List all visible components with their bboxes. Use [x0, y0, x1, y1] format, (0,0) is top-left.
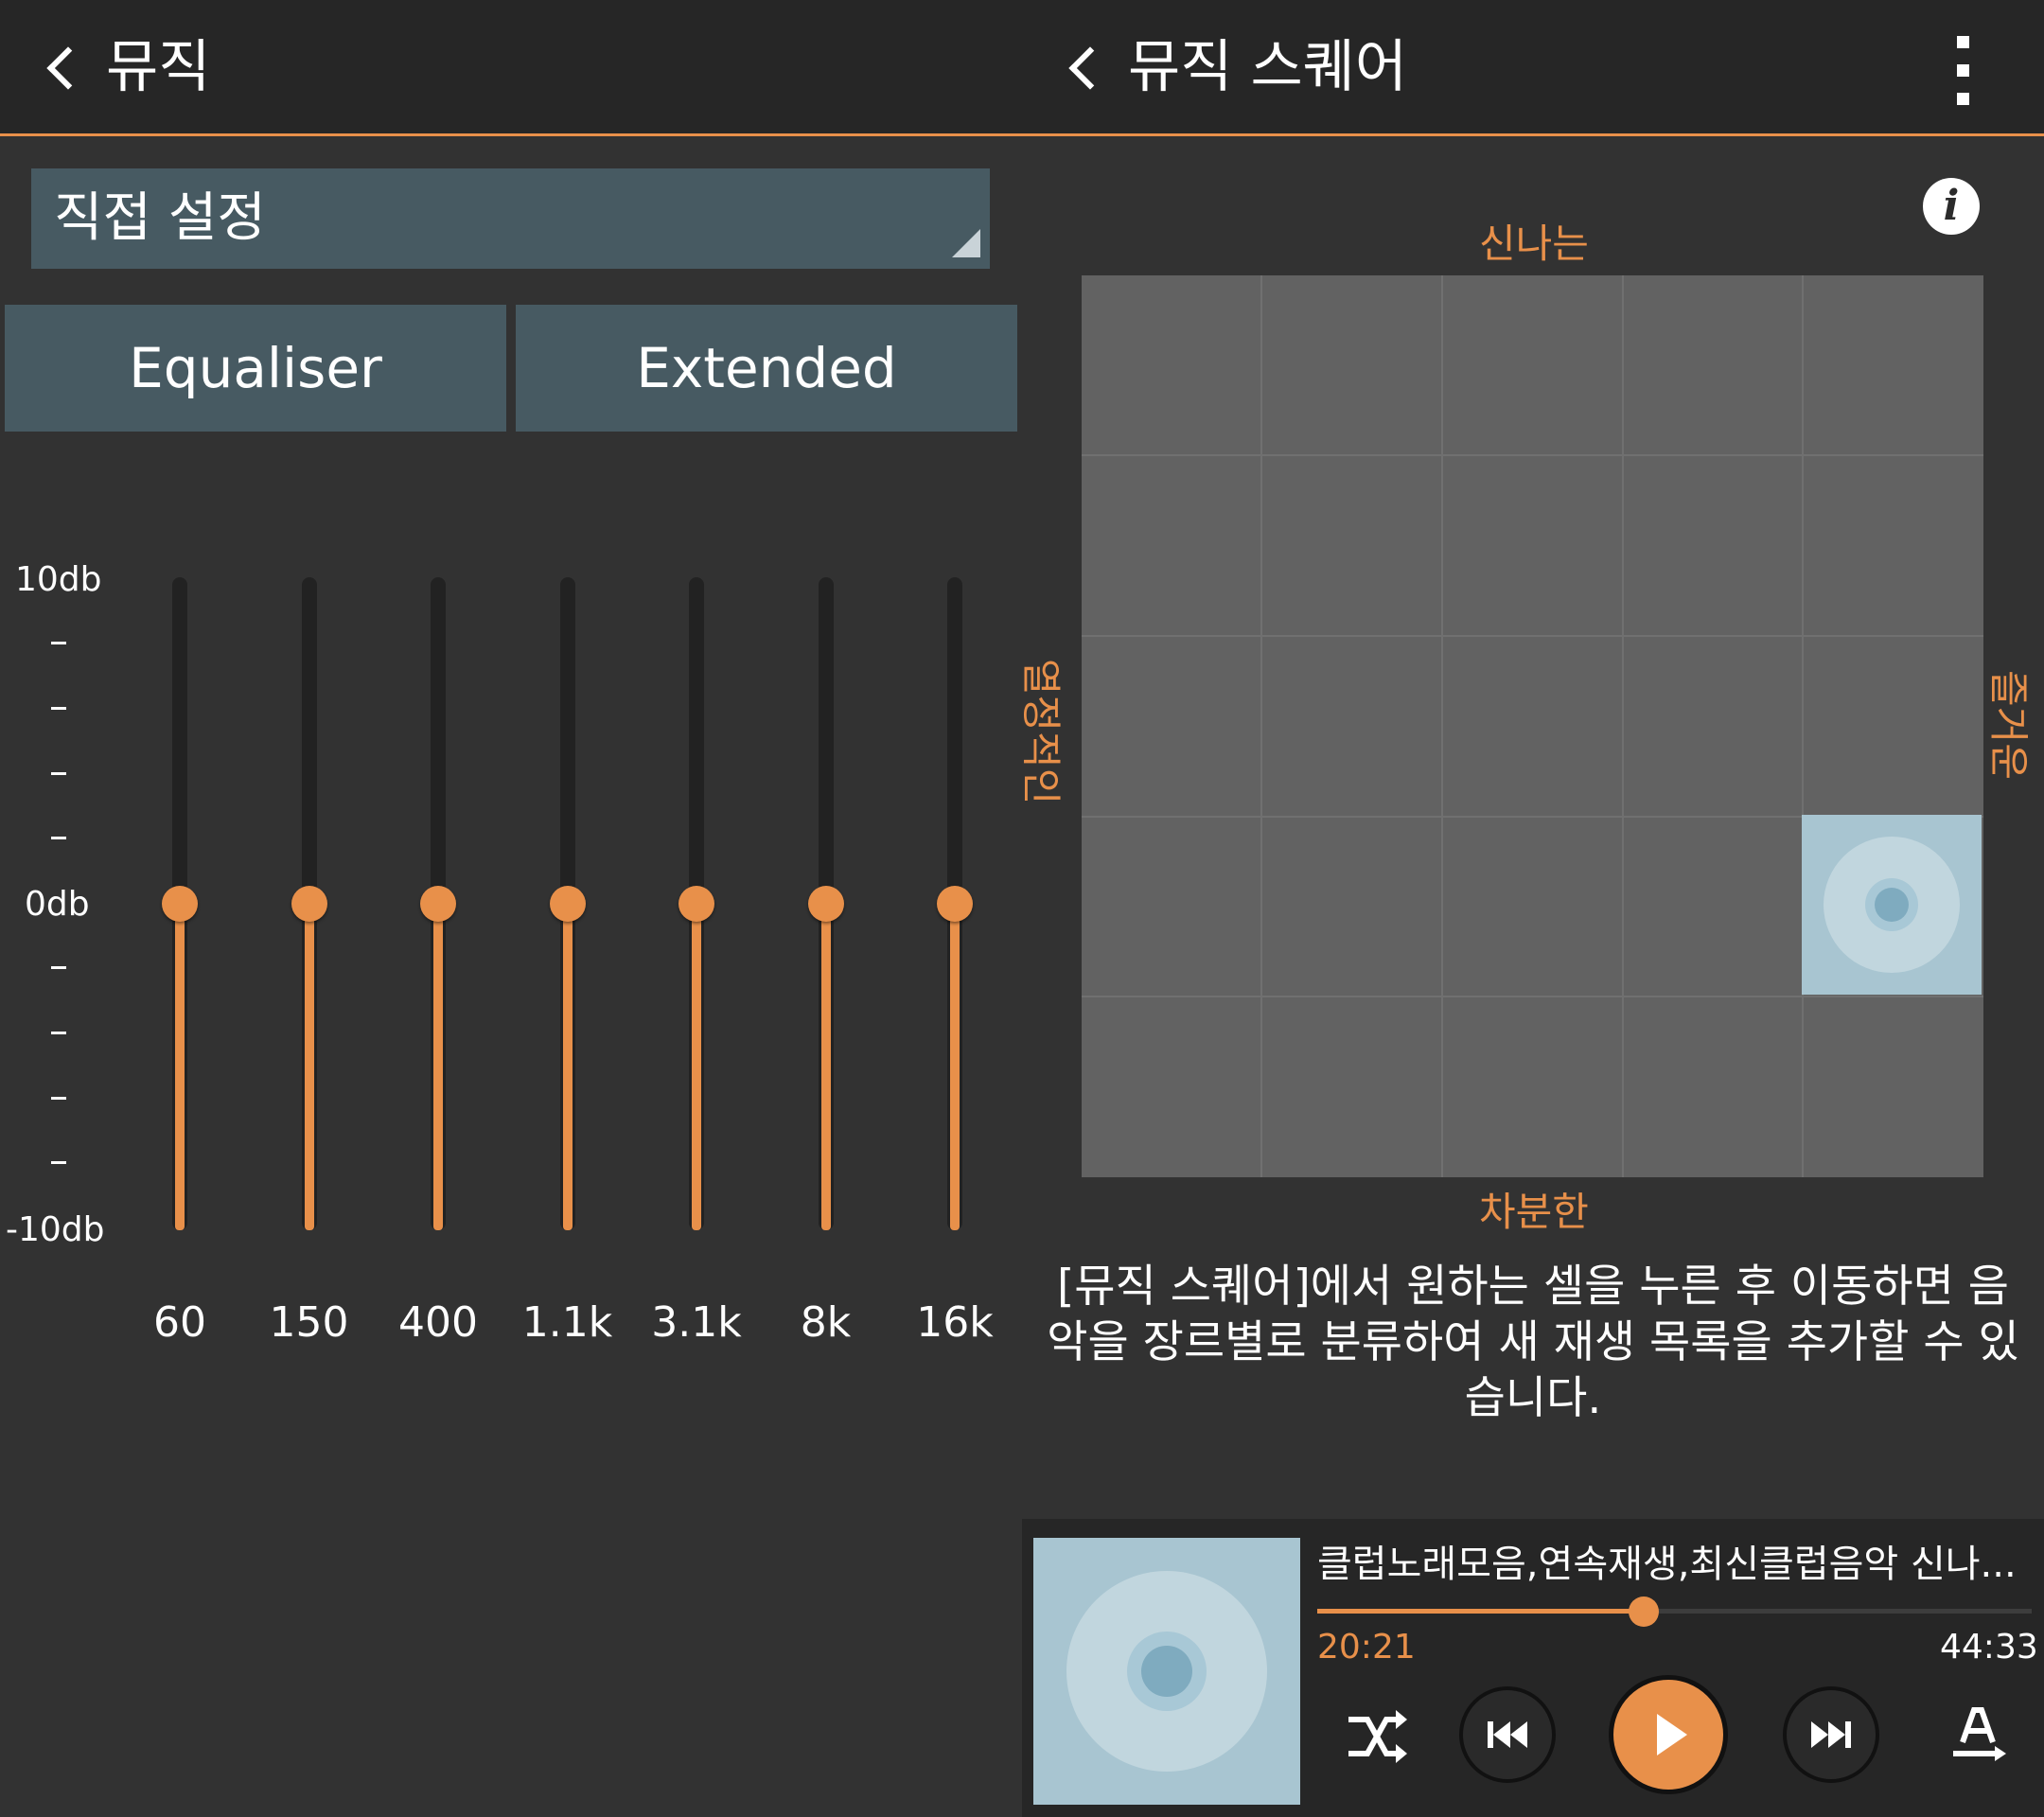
- previous-button[interactable]: [1459, 1686, 1556, 1783]
- db-min-label: -10db: [6, 1210, 105, 1249]
- lyrics-icon: [1953, 1707, 2006, 1761]
- more-vert-icon-dot: [1957, 93, 1969, 105]
- next-icon: [1811, 1721, 1851, 1748]
- eq-band-frequency: 8k: [800, 1298, 852, 1347]
- play-icon: [1657, 1714, 1687, 1755]
- previous-icon: [1488, 1721, 1527, 1748]
- db-tick: [51, 1097, 66, 1100]
- back-icon: [46, 46, 90, 90]
- track-title: 클럽노래모음,연속재생,최신클럽음악 신나...: [1317, 1543, 2017, 1586]
- eq-slider-fill: [950, 904, 960, 1230]
- elapsed-time: 20:21: [1317, 1628, 1416, 1667]
- progress-fill: [1317, 1609, 1645, 1614]
- axis-label-right: 즐거운: [1984, 670, 2032, 780]
- axis-label-bottom: 차분한: [1479, 1189, 1589, 1235]
- grid-line: [1441, 275, 1443, 1177]
- selected-grid-cell[interactable]: [1802, 815, 1982, 995]
- eq-slider-fill: [304, 904, 314, 1230]
- lyrics-button[interactable]: [1940, 1699, 2016, 1774]
- grid-line: [1802, 275, 1804, 1177]
- app-bar: [0, 0, 2044, 136]
- eq-slider-fill: [562, 904, 573, 1230]
- db-tick: [51, 772, 66, 775]
- grid-line: [1082, 454, 1983, 456]
- eq-band-frequency: 3.1k: [651, 1298, 742, 1347]
- db-tick: [51, 1032, 66, 1034]
- grid-line: [1082, 635, 1983, 637]
- left-back-button[interactable]: 뮤직: [38, 34, 227, 100]
- db-tick: [51, 837, 66, 839]
- more-vert-icon: [1957, 36, 1969, 48]
- info-icon[interactable]: i: [1923, 178, 1980, 235]
- db-tick: [51, 707, 66, 710]
- eq-slider-fill: [692, 904, 701, 1230]
- eq-band-frequency: 1.1k: [521, 1298, 613, 1347]
- eq-slider-thumb[interactable]: [678, 886, 714, 922]
- preset-dropdown[interactable]: 직접 설정: [31, 168, 990, 269]
- dropdown-arrow-icon: [952, 229, 980, 257]
- more-vert-icon-dot: [1957, 64, 1969, 77]
- progress-thumb[interactable]: [1629, 1596, 1660, 1627]
- next-button[interactable]: [1783, 1686, 1879, 1783]
- db-tick: [51, 1161, 66, 1164]
- album-art[interactable]: [1033, 1538, 1300, 1805]
- db-mid-label: 0db: [25, 885, 90, 924]
- play-button[interactable]: [1609, 1675, 1728, 1794]
- grid-line: [1622, 275, 1624, 1177]
- mini-player: 클럽노래모음,연속재생,최신클럽음악 신나... 20:21 44:33: [1022, 1519, 2044, 1817]
- music-square-grid[interactable]: [1082, 275, 1983, 1177]
- db-tick: [51, 966, 66, 969]
- eq-slider-thumb[interactable]: [291, 886, 327, 922]
- preset-value: 직접 설정: [54, 187, 266, 249]
- grid-line: [1082, 996, 1983, 997]
- right-header-title: 뮤직 스퀘어: [1128, 34, 1408, 100]
- axis-label-top: 신나는: [1479, 221, 1589, 267]
- eq-slider-thumb[interactable]: [937, 886, 973, 922]
- disc-icon-center: [1141, 1646, 1192, 1697]
- eq-slider-fill: [433, 904, 443, 1230]
- tab-equaliser[interactable]: Equaliser: [5, 305, 506, 432]
- back-icon: [1068, 46, 1112, 90]
- eq-band-frequency: 400: [398, 1298, 478, 1347]
- right-back-button[interactable]: 뮤직 스퀘어: [1060, 34, 1438, 100]
- music-square-description: [뮤직 스퀘어]에서 원하는 셀을 누른 후 이동하면 음악을 장르별로 분류하…: [1047, 1261, 2019, 1424]
- eq-band-frequency: 60: [153, 1298, 206, 1347]
- left-header-title: 뮤직: [106, 34, 211, 100]
- eq-slider-fill: [175, 904, 185, 1230]
- overflow-menu-button[interactable]: [1940, 28, 1987, 114]
- shuffle-button[interactable]: [1339, 1699, 1415, 1774]
- eq-slider-thumb[interactable]: [420, 886, 456, 922]
- grid-line: [1260, 275, 1262, 1177]
- eq-band-frequency: 150: [269, 1298, 349, 1347]
- shuffle-icon: [1348, 1710, 1407, 1763]
- eq-slider-fill: [820, 904, 831, 1230]
- eq-slider-thumb[interactable]: [162, 886, 198, 922]
- db-max-label: 10db: [15, 560, 102, 599]
- total-duration: 44:33: [1940, 1628, 2038, 1667]
- db-tick: [51, 642, 66, 644]
- eq-band-frequency: 16k: [916, 1298, 994, 1347]
- eq-slider-thumb[interactable]: [807, 886, 844, 922]
- tab-extended[interactable]: Extended: [516, 305, 1017, 432]
- disc-icon-center: [1875, 888, 1909, 922]
- axis-label-left: 열정적인: [1017, 658, 1065, 805]
- eq-slider-thumb[interactable]: [549, 886, 586, 922]
